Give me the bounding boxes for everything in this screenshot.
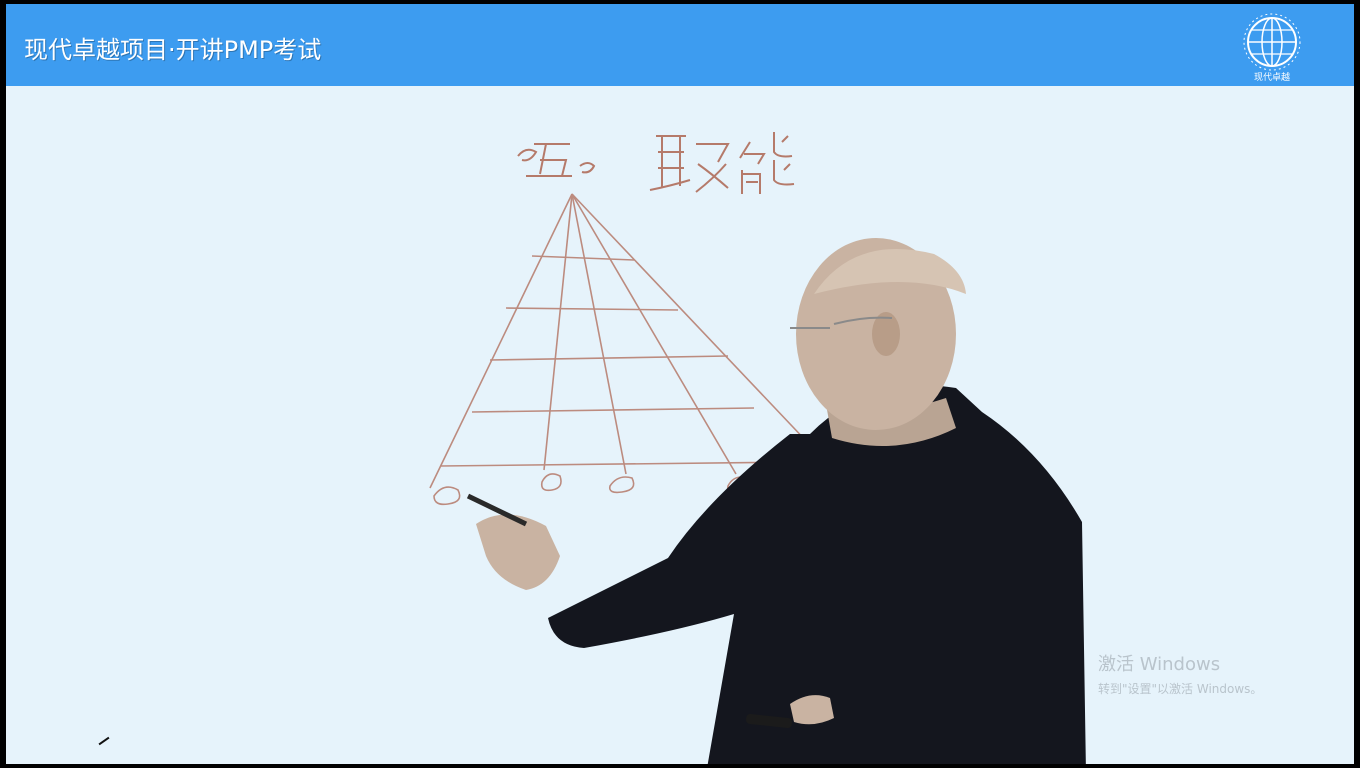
- watermark-line-1: 激活 Windows: [1098, 654, 1221, 675]
- activation-watermark: 激活 Windows 转到"设置"以激活 Windows。: [1098, 650, 1262, 697]
- video-frame: 现代卓越项目·开讲PMP考试 现代卓越 激活 Windows 转到"设置"以激活…: [0, 0, 1360, 768]
- slide-canvas: 现代卓越项目·开讲PMP考试 现代卓越 激活 Windows 转到"设置"以激活…: [6, 4, 1354, 764]
- watermark-line-2: 转到"设置"以激活 Windows。: [1098, 682, 1263, 696]
